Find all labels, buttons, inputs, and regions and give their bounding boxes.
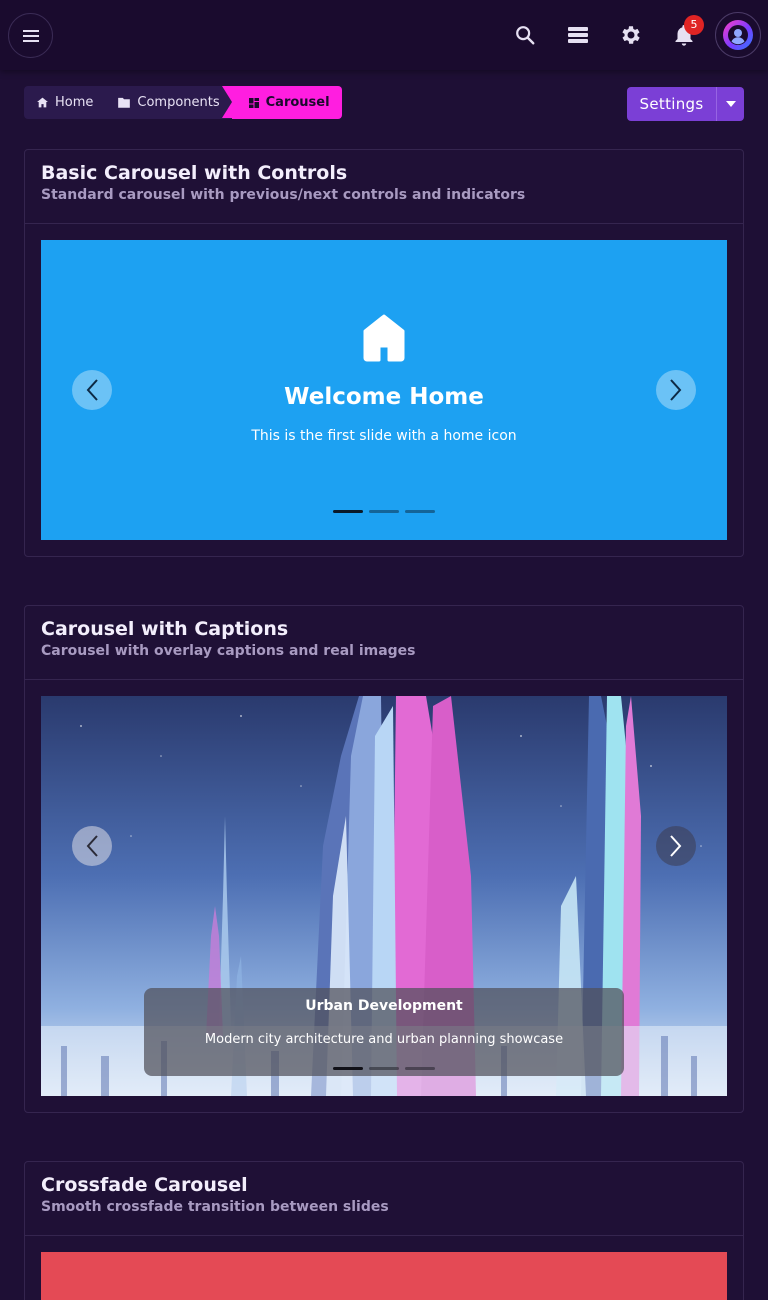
dashboard-icon [248, 97, 259, 108]
breadcrumb-label: Components [137, 95, 220, 110]
breadcrumb-home[interactable]: Home [24, 86, 105, 119]
user-avatar-button[interactable] [715, 12, 761, 58]
carousel-indicator[interactable] [333, 1067, 363, 1070]
chevron-left-icon [86, 379, 98, 401]
card-title: Carousel with Captions [41, 618, 289, 640]
caption-title: Urban Development [305, 998, 463, 1014]
notification-badge: 5 [684, 15, 704, 35]
layers-icon [568, 27, 588, 43]
carousel-slide: Welcome Home This is the first slide wit… [41, 240, 727, 540]
hamburger-icon [22, 29, 39, 42]
top-bar: 5 [0, 0, 768, 70]
card-caption-carousel: Carousel with Captions Carousel with ove… [24, 605, 744, 1113]
search-icon [516, 26, 535, 45]
breadcrumb-carousel[interactable]: Carousel [221, 86, 342, 119]
home-icon [363, 314, 405, 362]
caption-text: Modern city architecture and urban plann… [204, 1032, 564, 1047]
carousel-indicator[interactable] [369, 510, 399, 513]
carousel-next-button[interactable] [656, 826, 696, 866]
home-icon [37, 97, 48, 108]
slide-title: Welcome Home [284, 384, 484, 410]
settings-split-button: Settings [627, 87, 744, 121]
crossfade-carousel [41, 1252, 727, 1300]
card-title: Crossfade Carousel [41, 1174, 248, 1196]
settings-gear-button[interactable] [618, 22, 644, 48]
card-basic-carousel: Basic Carousel with Controls Standard ca… [24, 149, 744, 557]
settings-dropdown-toggle[interactable] [716, 87, 744, 121]
layers-button[interactable] [565, 22, 591, 48]
carousel-indicators [333, 1067, 435, 1070]
breadcrumb-label: Home [55, 95, 94, 110]
carousel-indicators [333, 510, 435, 513]
menu-button[interactable] [8, 13, 53, 58]
carousel-next-button[interactable] [656, 370, 696, 410]
card-header: Carousel with Captions Carousel with ove… [25, 606, 743, 680]
card-subtitle: Smooth crossfade transition between slid… [41, 1199, 389, 1215]
settings-button[interactable]: Settings [627, 87, 716, 121]
slide-text: This is the first slide with a home icon [251, 428, 517, 444]
chevron-left-icon [86, 835, 98, 857]
card-header: Basic Carousel with Controls Standard ca… [25, 150, 743, 224]
chevron-right-icon [670, 379, 682, 401]
carousel-indicator[interactable] [333, 510, 363, 513]
carousel-prev-button[interactable] [72, 826, 112, 866]
gear-icon [622, 26, 640, 44]
basic-carousel: Welcome Home This is the first slide wit… [41, 240, 727, 540]
card-subtitle: Standard carousel with previous/next con… [41, 187, 526, 203]
carousel-indicator[interactable] [405, 510, 435, 513]
carousel-prev-button[interactable] [72, 370, 112, 410]
carousel-caption: Urban Development Modern city architectu… [144, 988, 624, 1076]
card-title: Basic Carousel with Controls [41, 162, 348, 184]
search-button[interactable] [512, 22, 538, 48]
chevron-right-icon [670, 835, 682, 857]
carousel-indicator[interactable] [369, 1067, 399, 1070]
breadcrumb-label: Carousel [265, 95, 330, 110]
caret-down-icon [725, 101, 736, 107]
breadcrumb: Home Components Carousel [24, 86, 342, 119]
avatar [723, 20, 753, 50]
card-crossfade-carousel: Crossfade Carousel Smooth crossfade tran… [24, 1161, 744, 1300]
carousel-indicator[interactable] [405, 1067, 435, 1070]
card-header: Crossfade Carousel Smooth crossfade tran… [25, 1162, 743, 1236]
card-subtitle: Carousel with overlay captions and real … [41, 643, 416, 659]
breadcrumb-components[interactable]: Components [105, 86, 231, 119]
folder-icon [118, 97, 131, 108]
user-avatar-icon [728, 25, 748, 45]
caption-carousel: Urban Development Modern city architectu… [41, 696, 727, 1096]
